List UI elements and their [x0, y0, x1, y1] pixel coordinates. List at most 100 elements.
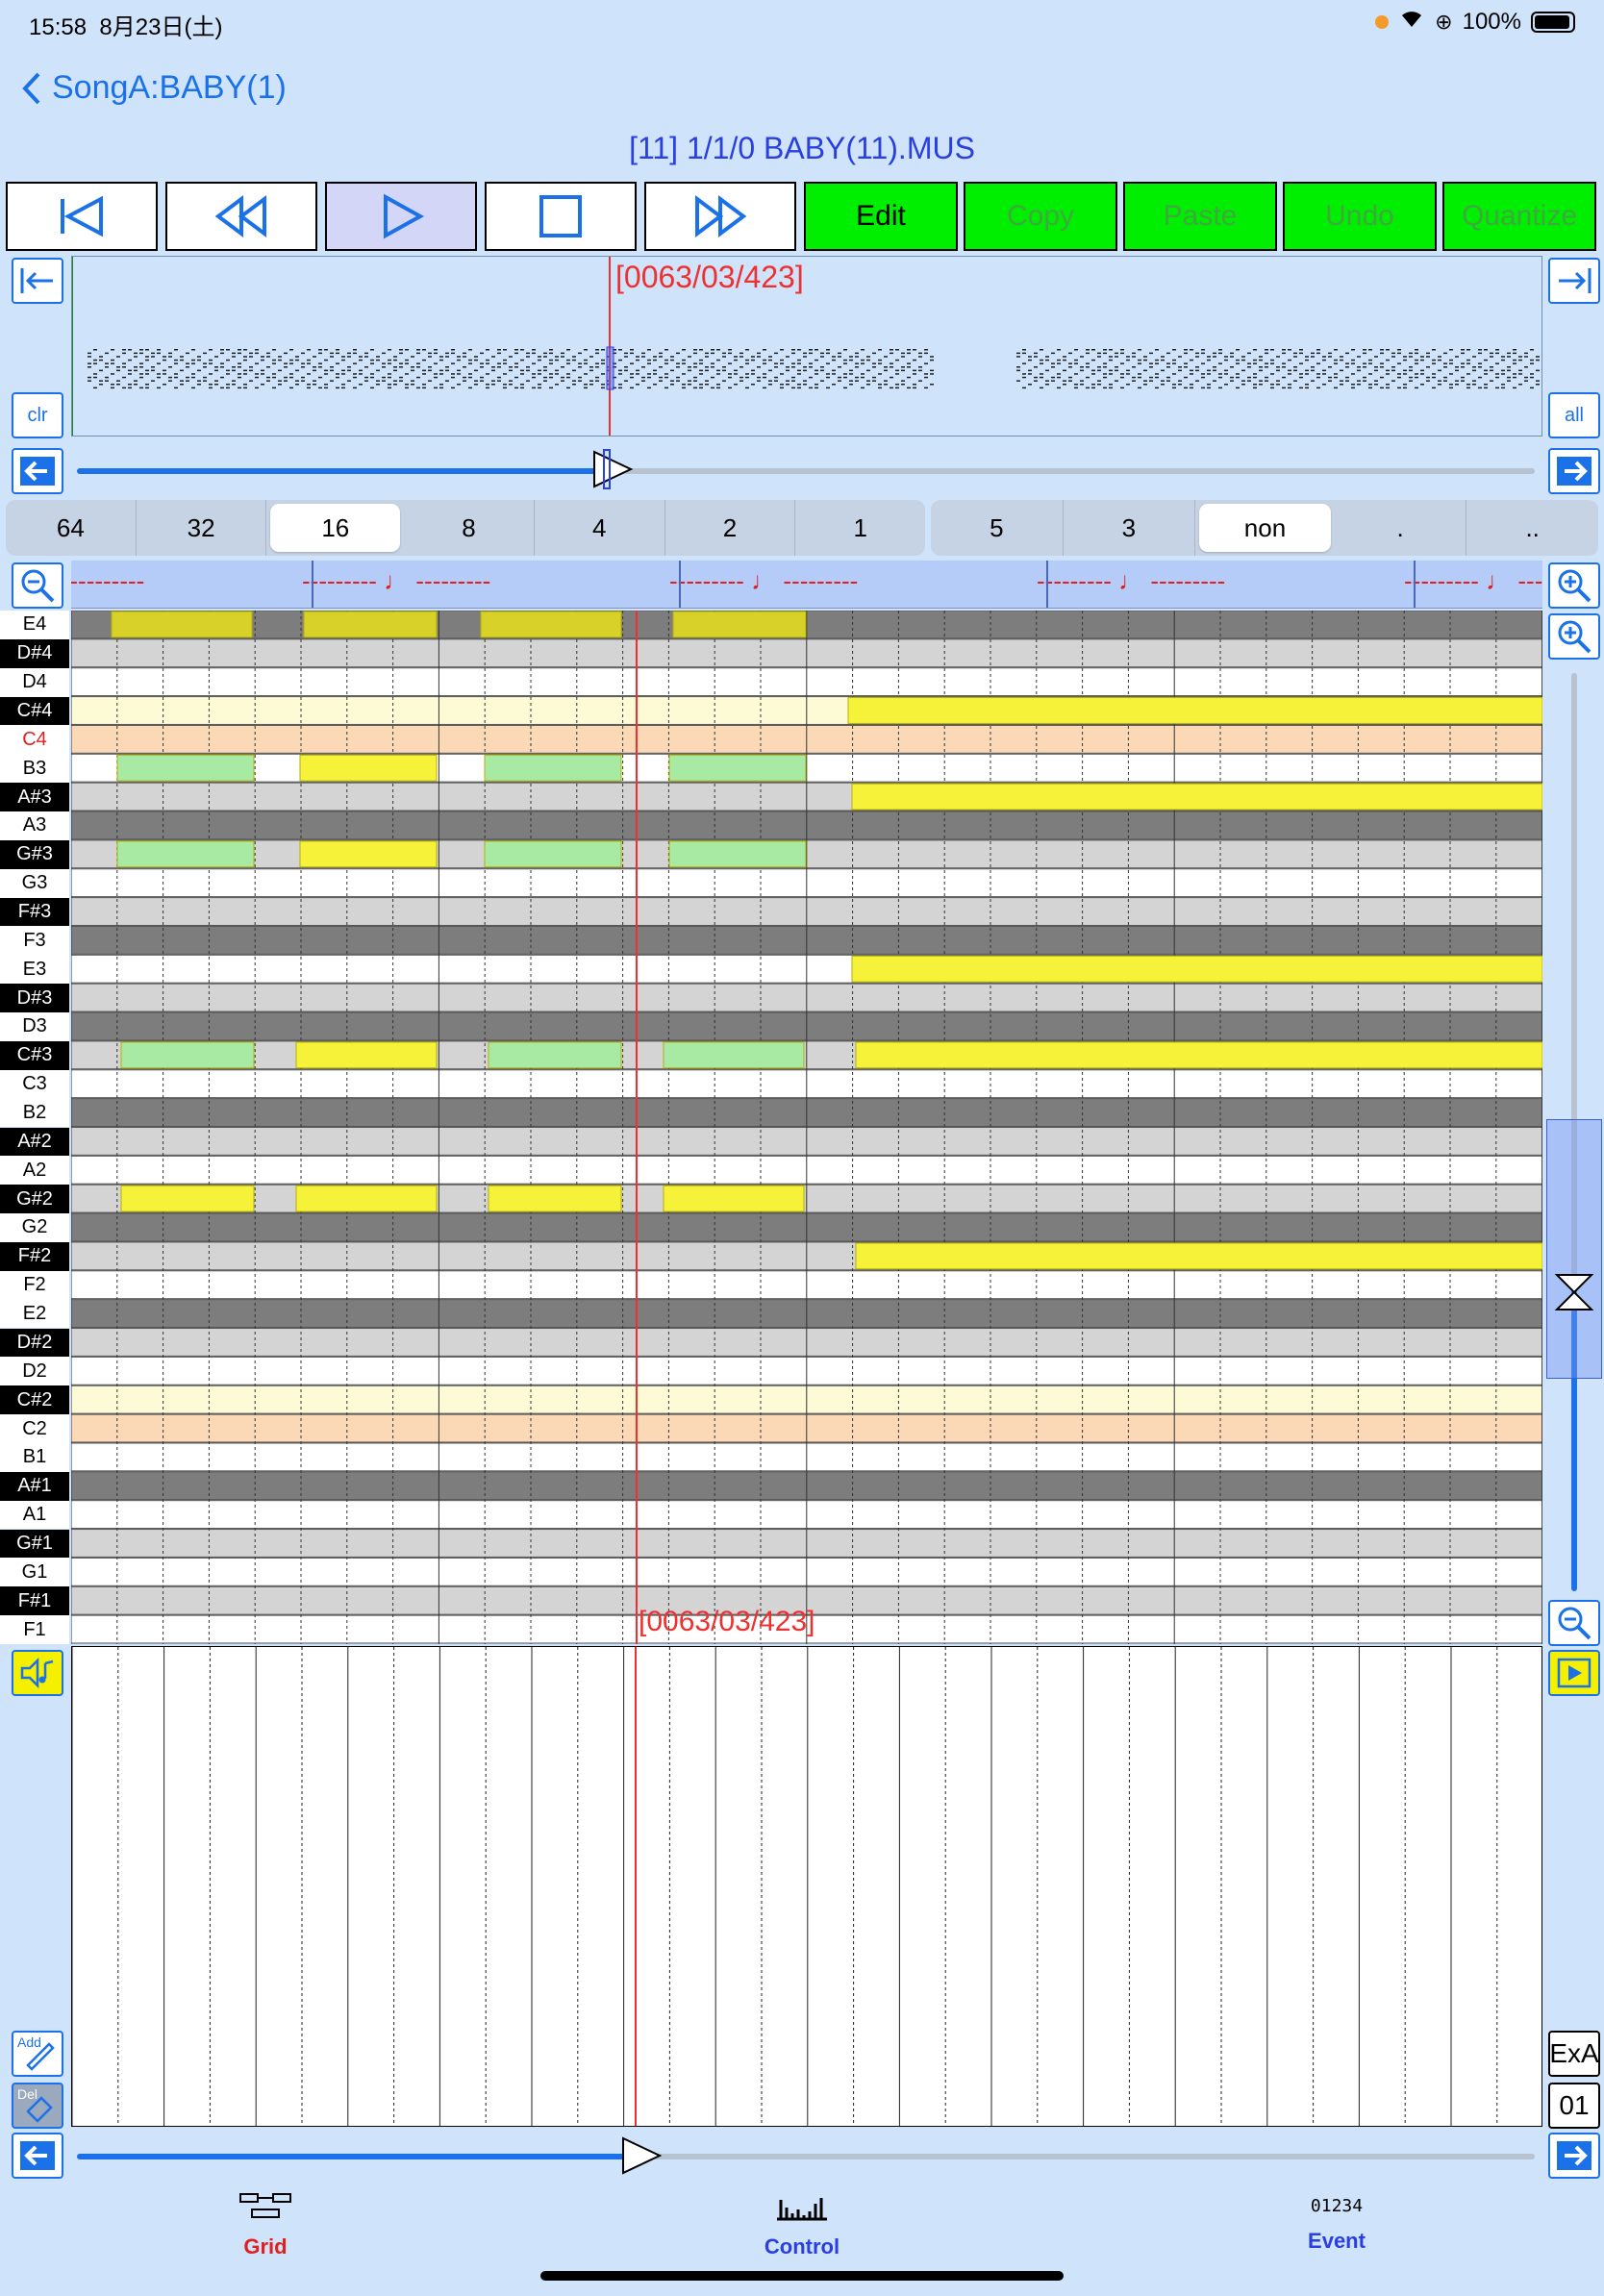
zoom-out-horizontal-button[interactable] — [12, 562, 63, 609]
piano-roll-grid[interactable] — [71, 611, 1542, 1644]
key-fsharp3[interactable]: F#3 — [0, 897, 69, 927]
key-c4[interactable]: C4 — [0, 725, 69, 755]
key-g2[interactable]: G2 — [0, 1213, 69, 1242]
overview-note — [220, 352, 224, 355]
jump-start-button[interactable] — [12, 258, 63, 304]
option-seg-quant-0[interactable]: 64 — [6, 500, 137, 556]
key-d3[interactable]: D3 — [0, 1012, 69, 1041]
select-all-button[interactable]: all — [1548, 392, 1600, 438]
add-note-tool-button[interactable]: Add — [12, 2031, 63, 2077]
overview-note — [209, 387, 213, 389]
key-a3[interactable]: A3 — [0, 811, 69, 840]
option-seg-tuplet-4[interactable]: .. — [1466, 500, 1598, 556]
key-gsharp3[interactable]: G#3 — [0, 839, 69, 869]
exa-mode-button[interactable]: ExA — [1548, 2031, 1600, 2077]
key-c3[interactable]: C3 — [0, 1069, 69, 1099]
zoom-in-horizontal-button[interactable] — [1548, 562, 1600, 609]
zoom-out-vertical-button[interactable] — [1548, 1600, 1600, 1646]
tab-grid[interactable]: Grid — [169, 2192, 362, 2259]
stop-button[interactable] — [485, 182, 637, 251]
option-seg-quant-1[interactable]: 32 — [137, 500, 267, 556]
key-a2[interactable]: A2 — [0, 1156, 69, 1185]
scroll-right-button[interactable] — [1548, 448, 1600, 494]
option-seg-tuplet-2[interactable]: non — [1199, 504, 1331, 552]
bottom-scroll-right-button[interactable] — [1548, 2133, 1600, 2179]
option-seg-quant-5[interactable]: 2 — [665, 500, 796, 556]
key-d4[interactable]: D4 — [0, 667, 69, 697]
key-e4[interactable]: E4 — [0, 611, 69, 639]
fast-forward-button[interactable] — [644, 182, 796, 251]
option-seg-quant-6[interactable]: 1 — [795, 500, 925, 556]
song-overview[interactable] — [71, 256, 1542, 437]
key-f1[interactable]: F1 — [0, 1615, 69, 1644]
edit-button[interactable]: Edit — [804, 182, 958, 251]
key-b2[interactable]: B2 — [0, 1098, 69, 1128]
key-c2[interactable]: C2 — [0, 1414, 69, 1443]
key-fsharp1[interactable]: F#1 — [0, 1586, 69, 1616]
key-csharp2[interactable]: C#2 — [0, 1385, 69, 1415]
follow-playback-button[interactable] — [1548, 1650, 1600, 1696]
rewind-button[interactable] — [165, 182, 317, 251]
quantize-button[interactable]: Quantize — [1442, 182, 1596, 251]
overview-note — [1184, 366, 1188, 368]
key-asharp3[interactable]: A#3 — [0, 783, 69, 811]
overview-note — [907, 362, 911, 364]
key-e2[interactable]: E2 — [0, 1299, 69, 1329]
scroll-left-button[interactable] — [12, 448, 63, 494]
tab-control[interactable]: Control — [706, 2192, 898, 2259]
overview-note — [791, 376, 795, 379]
beat-ruler[interactable]: --------- ♩ --------- --------- ♩ ------… — [71, 561, 1542, 609]
option-seg-quant-2[interactable]: 16 — [270, 504, 401, 552]
controller-lane[interactable] — [71, 1646, 1544, 2127]
overview-note — [1391, 366, 1395, 368]
key-f3[interactable]: F3 — [0, 926, 69, 956]
key-asharp1[interactable]: A#1 — [0, 1471, 69, 1501]
key-fsharp2[interactable]: F#2 — [0, 1241, 69, 1271]
option-seg-tuplet-3[interactable]: . — [1335, 500, 1467, 556]
option-seg-tuplet-1[interactable]: 3 — [1064, 500, 1196, 556]
key-d2[interactable]: D2 — [0, 1357, 69, 1386]
bottom-scroll-thumb[interactable] — [619, 2134, 664, 2177]
key-f2[interactable]: F2 — [0, 1270, 69, 1300]
key-b1[interactable]: B1 — [0, 1442, 69, 1472]
speaker-toggle-button[interactable] — [12, 1650, 63, 1696]
bottom-scroll-left-button[interactable] — [12, 2133, 63, 2179]
overview-note — [820, 356, 824, 358]
option-seg-tuplet-0[interactable]: 5 — [931, 500, 1064, 556]
paste-button[interactable]: Paste — [1123, 182, 1277, 251]
vertical-viewport-window[interactable] — [1546, 1119, 1602, 1379]
key-asharp2[interactable]: A#2 — [0, 1127, 69, 1157]
option-seg-quant-4[interactable]: 4 — [535, 500, 665, 556]
quantize-length-selector[interactable]: 64 32 16 8 4 2 1 — [6, 500, 925, 556]
go-to-start-button[interactable] — [6, 182, 158, 251]
key-csharp4[interactable]: C#4 — [0, 696, 69, 726]
channel-button[interactable]: 01 — [1548, 2083, 1600, 2129]
key-dsharp4[interactable]: D#4 — [0, 638, 69, 668]
tab-event[interactable]: 01234 Event — [1241, 2192, 1433, 2254]
key-gsharp2[interactable]: G#2 — [0, 1185, 69, 1214]
vertical-scroll-thumb[interactable] — [1553, 1271, 1595, 1313]
jump-end-button[interactable] — [1548, 258, 1600, 304]
option-seg-quant-3[interactable]: 8 — [404, 500, 535, 556]
play-button[interactable] — [325, 182, 477, 251]
key-g3[interactable]: G3 — [0, 868, 69, 898]
key-g1[interactable]: G1 — [0, 1558, 69, 1587]
key-e3[interactable]: E3 — [0, 955, 69, 985]
clear-range-button[interactable]: clr — [12, 392, 63, 438]
key-dsharp2[interactable]: D#2 — [0, 1328, 69, 1358]
key-dsharp3[interactable]: D#3 — [0, 984, 69, 1012]
piano-keyboard[interactable]: E4 D#4 D4 C#4 C4 B3 A#3 A3 G#3 G3 F#3 F3 E3 D#3 D3 C#3 C… — [0, 611, 69, 1644]
back-button[interactable]: SongA:BABY(1) — [21, 69, 287, 107]
key-a1[interactable]: A1 — [0, 1500, 69, 1530]
copy-button[interactable]: Copy — [964, 182, 1117, 251]
key-csharp3[interactable]: C#3 — [0, 1040, 69, 1070]
overview-note — [1490, 380, 1493, 382]
zoom-in-vertical-button[interactable] — [1548, 613, 1600, 660]
delete-note-tool-button[interactable]: Del — [12, 2083, 63, 2129]
overview-scroll-thumb[interactable] — [590, 448, 637, 490]
piano-roll-canvas[interactable] — [71, 611, 1542, 1644]
key-b3[interactable]: B3 — [0, 754, 69, 784]
undo-button[interactable]: Undo — [1283, 182, 1437, 251]
tuplet-selector[interactable]: 5 3 non... — [931, 500, 1598, 556]
key-gsharp1[interactable]: G#1 — [0, 1529, 69, 1559]
